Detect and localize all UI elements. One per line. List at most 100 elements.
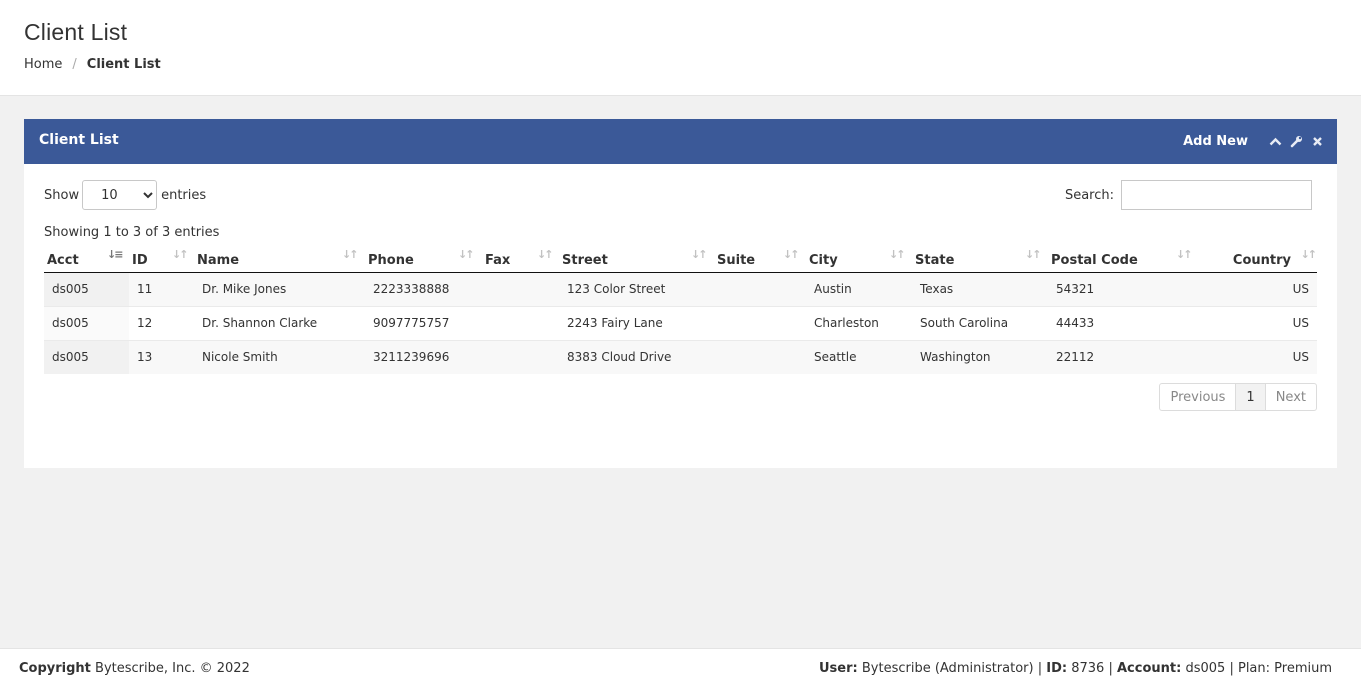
breadcrumb-home-link[interactable]: Home <box>24 57 62 72</box>
chevron-up-icon[interactable] <box>1265 132 1285 150</box>
id-value: 8736 <box>1071 661 1105 676</box>
cell-street: 2243 Fairy Lane <box>559 305 714 340</box>
column-header-fax[interactable]: Fax ↓↑ <box>482 246 559 273</box>
sort-icon: ↓↑ <box>783 248 800 261</box>
column-header-postal-code[interactable]: Postal Code ↓↑ <box>1048 246 1193 273</box>
cell-street: 123 Color Street <box>559 272 714 306</box>
column-header-label: Postal Code <box>1051 252 1138 268</box>
page-button-current[interactable]: 1 <box>1235 384 1266 410</box>
cell-id: 12 <box>129 305 194 340</box>
cell-acct: ds005 <box>44 305 129 340</box>
page-title: Client List <box>24 19 128 45</box>
add-new-button[interactable]: Add New <box>1183 134 1248 149</box>
footer-divider: | <box>1229 661 1234 676</box>
next-button[interactable]: Next <box>1266 384 1316 410</box>
cell-city: Austin <box>806 272 912 306</box>
cell-name: Dr. Shannon Clarke <box>194 305 365 340</box>
breadcrumb-separator: / <box>72 57 77 72</box>
cell-fax <box>482 339 559 374</box>
sort-icon: ↓↑ <box>537 248 554 261</box>
sort-icon: ↓↑ <box>458 248 475 261</box>
sort-icon: ↓↑ <box>1025 248 1042 261</box>
pagination: Previous 1 Next <box>1159 383 1317 411</box>
sort-icon: ↓↑ <box>342 248 359 261</box>
id-label: ID: <box>1046 661 1068 676</box>
footer-copyright: Copyright Bytescribe, Inc. © 2022 <box>19 661 250 676</box>
footer-divider: | <box>1108 661 1113 676</box>
cell-name: Nicole Smith <box>194 339 365 374</box>
footer-user-info: User: Bytescribe (Administrator) | ID: 8… <box>819 661 1332 676</box>
search-input[interactable] <box>1121 180 1312 210</box>
account-value: ds005 <box>1185 661 1226 676</box>
cell-state: Washington <box>912 339 1048 374</box>
cell-phone: 2223338888 <box>365 272 482 306</box>
column-header-label: Fax <box>485 252 511 268</box>
search-control: Search: <box>1065 180 1312 210</box>
sort-ascending-icon: ↓≡ <box>107 248 124 261</box>
cell-suite <box>714 305 806 340</box>
column-header-label: Phone <box>368 252 414 268</box>
client-list-panel: Client List Add New Show 10 entries Sear… <box>24 119 1337 468</box>
page-header: Client List Home / Client List <box>0 0 1361 96</box>
footer-divider: | <box>1037 661 1043 676</box>
table-row[interactable]: ds005 12 Dr. Shannon Clarke 9097775757 2… <box>44 305 1317 340</box>
cell-street: 8383 Cloud Drive <box>559 339 714 374</box>
breadcrumb: Home / Client List <box>24 57 161 72</box>
cell-phone: 9097775757 <box>365 305 482 340</box>
column-header-label: Suite <box>717 252 756 268</box>
table-row[interactable]: ds005 11 Dr. Mike Jones 2223338888 123 C… <box>44 272 1317 306</box>
user-label: User: <box>818 661 858 676</box>
search-label: Search: <box>1064 187 1114 203</box>
cell-country: US <box>1185 339 1317 374</box>
breadcrumb-current: Client List <box>86 57 161 72</box>
cell-acct: ds005 <box>44 339 129 374</box>
cell-acct: ds005 <box>44 272 129 306</box>
column-header-label: Country <box>1232 252 1291 268</box>
column-header-id[interactable]: ID ↓↑ <box>129 246 194 273</box>
cell-postal-code: 44433 <box>1048 305 1185 340</box>
sort-icon: ↓↑ <box>172 248 189 261</box>
sort-icon: ↓↑ <box>1300 248 1318 261</box>
cell-city: Charleston <box>806 305 912 340</box>
panel-heading: Client List Add New <box>24 119 1337 164</box>
copyright-text: Bytescribe, Inc. © 2022 <box>95 661 250 676</box>
column-header-state[interactable]: State ↓↑ <box>912 246 1048 273</box>
column-header-label: Street <box>562 252 608 268</box>
close-icon[interactable] <box>1307 132 1327 150</box>
table-controls: Show 10 entries Search: <box>44 180 1312 212</box>
cell-state: Texas <box>912 272 1048 306</box>
cell-phone: 3211239696 <box>365 339 482 374</box>
previous-button[interactable]: Previous <box>1160 384 1235 410</box>
plan-text: Plan: Premium <box>1237 661 1332 676</box>
panel-title: Client List <box>39 132 119 148</box>
sort-icon: ↓↑ <box>691 248 708 261</box>
cell-id: 13 <box>129 339 194 374</box>
column-header-street[interactable]: Street ↓↑ <box>559 246 714 273</box>
table-info: Showing 1 to 3 of 3 entries <box>44 225 220 240</box>
column-header-label: State <box>915 252 955 268</box>
footer: Copyright Bytescribe, Inc. © 2022 User: … <box>0 648 1361 688</box>
entries-select[interactable]: 10 <box>82 180 158 210</box>
column-header-suite[interactable]: Suite ↓↑ <box>714 246 806 273</box>
column-header-acct[interactable]: Acct ↓≡ <box>44 246 129 273</box>
column-header-country[interactable]: Country ↓↑ <box>1185 246 1318 273</box>
client-table: Acct ↓≡ ID ↓↑ Name ↓↑ Phone ↓↑ Fax ↓↑ Street ↓… <box>44 246 1317 374</box>
cell-country: US <box>1185 305 1317 340</box>
cell-city: Seattle <box>806 339 912 374</box>
column-header-phone[interactable]: Phone ↓↑ <box>365 246 482 273</box>
cell-country: US <box>1185 272 1317 306</box>
cell-state: South Carolina <box>912 305 1048 340</box>
column-header-city[interactable]: City ↓↑ <box>806 246 912 273</box>
cell-fax <box>482 272 559 306</box>
column-header-name[interactable]: Name ↓↑ <box>194 246 365 273</box>
entries-length-control: Show 10 entries <box>44 180 206 210</box>
column-header-label: City <box>809 252 838 268</box>
wrench-icon[interactable] <box>1286 132 1306 150</box>
table-row[interactable]: ds005 13 Nicole Smith 3211239696 8383 Cl… <box>44 339 1317 374</box>
cell-postal-code: 22112 <box>1048 339 1185 374</box>
sort-icon: ↓↑ <box>889 248 906 261</box>
panel-actions: Add New <box>1183 132 1327 150</box>
show-label: Show <box>44 187 80 203</box>
cell-id: 11 <box>129 272 194 306</box>
cell-name: Dr. Mike Jones <box>194 272 365 306</box>
